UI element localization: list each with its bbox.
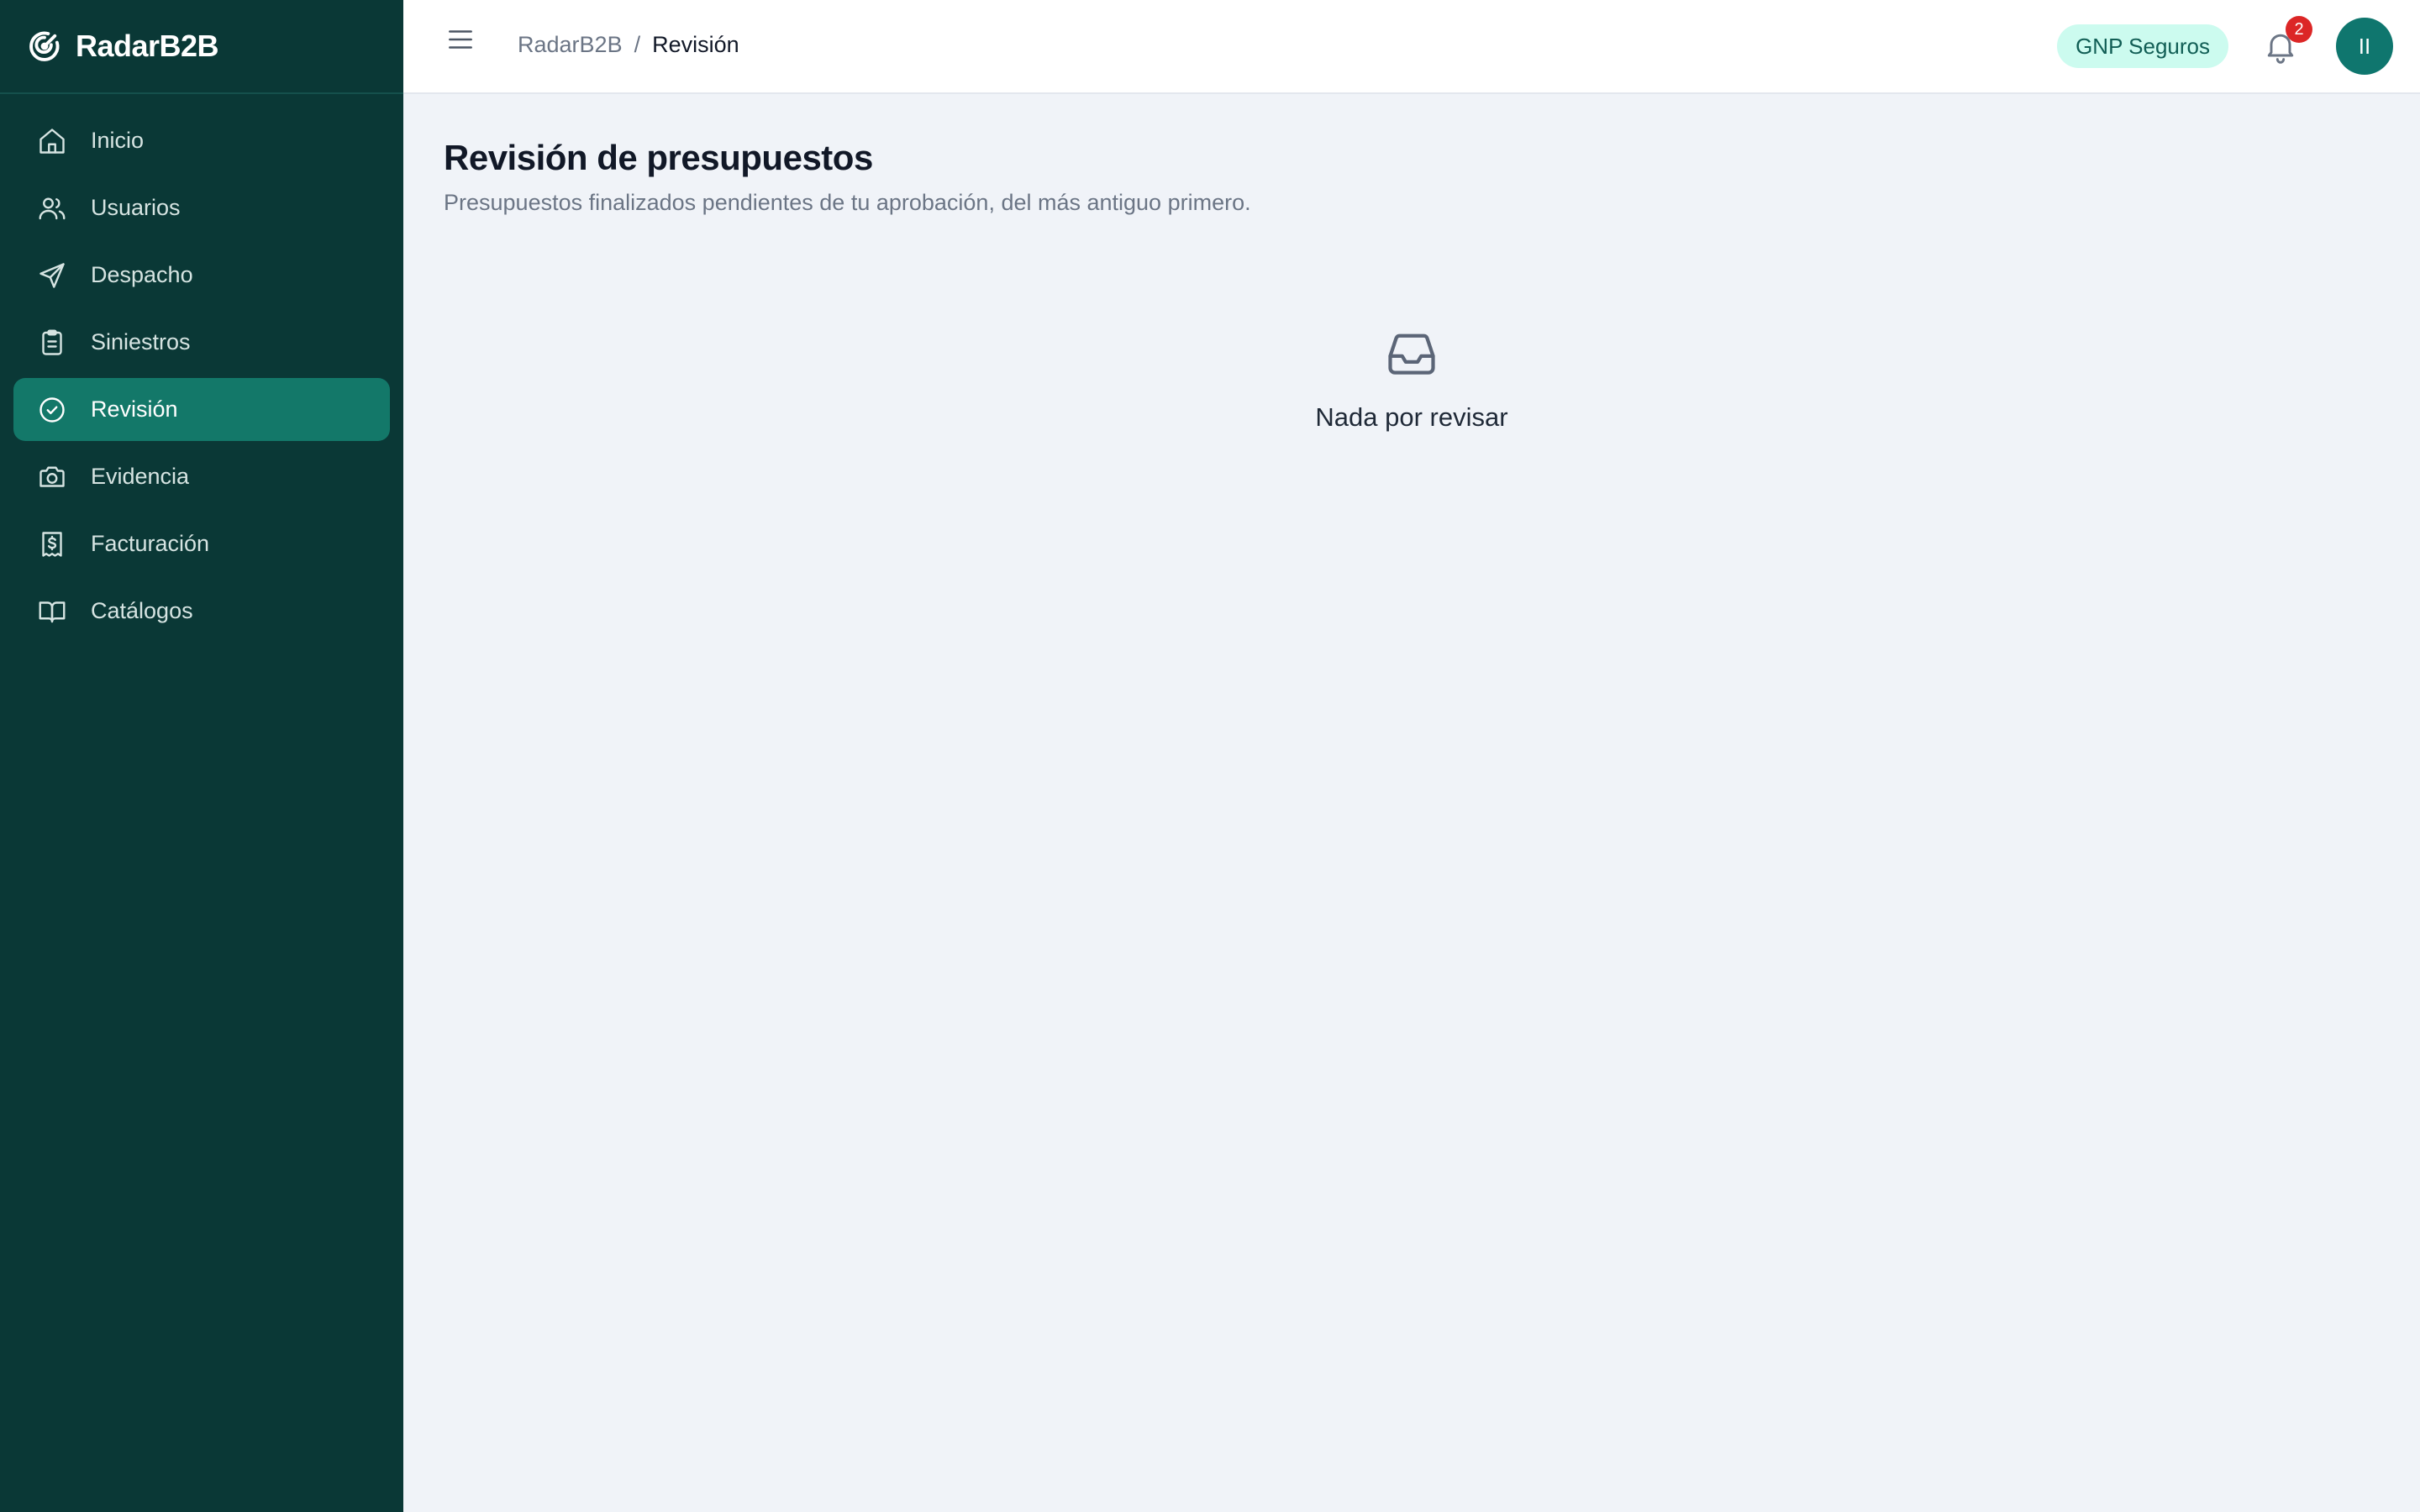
clipboard-icon bbox=[42, 329, 62, 355]
sidebar-item-despacho[interactable]: Despacho bbox=[13, 244, 390, 307]
sidebar-item-label: Revisión bbox=[91, 396, 178, 422]
breadcrumb-root-link[interactable]: RadarB2B bbox=[518, 32, 623, 58]
brand[interactable]: RadarB2B bbox=[0, 0, 403, 94]
check-circle-icon bbox=[39, 396, 65, 423]
empty-state: Nada por revisar bbox=[444, 325, 2380, 433]
breadcrumb: RadarB2B / Revisión bbox=[518, 32, 739, 58]
sidebar-item-label: Facturación bbox=[91, 531, 210, 556]
brand-name: RadarB2B bbox=[76, 29, 219, 63]
breadcrumb-separator: / bbox=[634, 31, 641, 57]
user-avatar[interactable]: II bbox=[2336, 18, 2393, 75]
app-shell: RadarB2B Inicio Usuarios Despacho Sinies… bbox=[0, 0, 2420, 1512]
send-icon bbox=[39, 262, 65, 288]
sidebar-item-inicio[interactable]: Inicio bbox=[13, 109, 390, 172]
organization-badge[interactable]: GNP Seguros bbox=[2057, 24, 2228, 68]
breadcrumb-current: Revisión bbox=[652, 31, 739, 57]
sidebar-item-usuarios[interactable]: Usuarios bbox=[13, 176, 390, 239]
hamburger-icon bbox=[449, 30, 472, 49]
radar-icon bbox=[29, 31, 60, 61]
sidebar-item-catalogos[interactable]: Catálogos bbox=[13, 580, 390, 643]
page-subtitle: Presupuestos finalizados pendientes de t… bbox=[444, 190, 1251, 215]
page-content: Revisión de presupuestos Presupuestos fi… bbox=[403, 94, 2420, 476]
sidebar-item-evidencia[interactable]: Evidencia bbox=[13, 445, 390, 508]
notification-count-badge: 2 bbox=[2286, 16, 2312, 43]
sidebar-item-label: Catálogos bbox=[91, 598, 193, 623]
book-open-icon bbox=[39, 601, 66, 622]
menu-toggle-button[interactable] bbox=[444, 23, 477, 56]
inbox-icon bbox=[1388, 333, 1435, 375]
sidebar: RadarB2B Inicio Usuarios Despacho Sinies… bbox=[0, 0, 403, 1512]
sidebar-item-label: Usuarios bbox=[91, 195, 181, 220]
sidebar-item-label: Evidencia bbox=[91, 464, 190, 489]
sidebar-item-label: Despacho bbox=[91, 262, 193, 287]
sidebar-item-label: Inicio bbox=[91, 128, 145, 153]
sidebar-item-facturacion[interactable]: Facturación bbox=[13, 512, 390, 575]
main-area: RadarB2B / Revisión GNP Seguros 2 II Rev… bbox=[403, 0, 2420, 1512]
notifications-button[interactable]: 2 bbox=[2262, 16, 2312, 65]
camera-icon bbox=[39, 466, 65, 487]
page-title: Revisión de presupuestos bbox=[444, 138, 873, 177]
sidebar-item-label: Siniestros bbox=[91, 329, 191, 354]
sidebar-item-revision[interactable]: Revisión bbox=[13, 378, 390, 441]
empty-state-text: Nada por revisar bbox=[1315, 402, 1508, 432]
sidebar-nav: Inicio Usuarios Despacho Siniestros Revi… bbox=[0, 94, 403, 658]
sidebar-item-siniestros[interactable]: Siniestros bbox=[13, 311, 390, 374]
receipt-icon bbox=[42, 531, 62, 557]
users-icon bbox=[39, 197, 66, 219]
home-icon bbox=[39, 128, 65, 154]
topbar: RadarB2B / Revisión GNP Seguros 2 II bbox=[403, 0, 2420, 94]
